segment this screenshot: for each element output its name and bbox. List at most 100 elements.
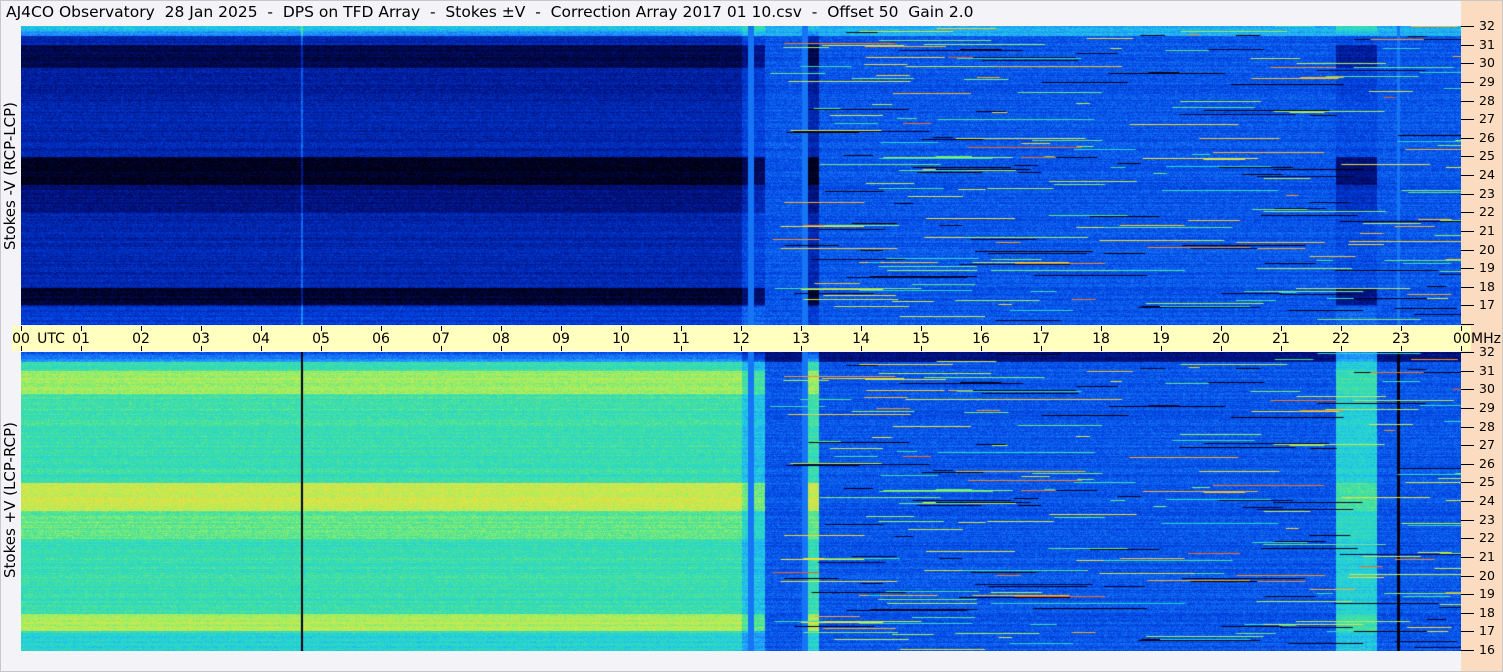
frequency-tick <box>1461 212 1474 214</box>
frequency-tick <box>1461 100 1474 102</box>
frequency-tick <box>1461 594 1474 596</box>
frequency-tick-label: 30 <box>1479 381 1495 397</box>
frequency-tick <box>1461 268 1474 270</box>
time-tick-label: 05 <box>312 331 330 347</box>
frequency-tick-label: 22 <box>1479 204 1495 220</box>
time-tick-label: 22 <box>1332 331 1350 347</box>
frequency-tick <box>1461 575 1474 577</box>
time-tick-label: 18 <box>1092 331 1110 347</box>
frequency-tick-label: 31 <box>1479 36 1495 52</box>
frequency-tick <box>1461 389 1474 391</box>
frequency-tick <box>1461 63 1474 65</box>
frequency-tick <box>1461 119 1474 121</box>
time-tick-label: 06 <box>372 331 390 347</box>
frequency-tick <box>1461 193 1474 195</box>
frequency-tick-label: 28 <box>1479 418 1495 434</box>
frequency-tick-label: 21 <box>1479 222 1495 238</box>
frequency-tick-label: 20 <box>1479 567 1495 583</box>
frequency-tick <box>1461 463 1474 465</box>
time-tick-label: 08 <box>492 331 510 347</box>
frequency-tick-label: 25 <box>1479 474 1495 490</box>
panel-label-stokes-minus-v: Stokes -V (RCP-LCP) <box>1 102 19 250</box>
frequency-tick-label: 32 <box>1479 18 1495 33</box>
time-tick-label: 21 <box>1272 331 1290 347</box>
frequency-tick-label: 25 <box>1479 148 1495 164</box>
time-tick-label: 19 <box>1152 331 1170 347</box>
chart-title: AJ4CO Observatory 28 Jan 2025 - DPS on T… <box>6 3 974 21</box>
frequency-tick <box>1461 407 1474 409</box>
time-tick-label: 17 <box>1032 331 1050 347</box>
time-tick-label: 20 <box>1212 331 1230 347</box>
frequency-tick <box>1461 249 1474 251</box>
time-tick-label: 10 <box>612 331 630 347</box>
frequency-unit-label: MHz <box>1471 331 1501 347</box>
frequency-tick <box>1461 370 1474 372</box>
frequency-tick <box>1461 156 1474 158</box>
frequency-tick <box>1461 519 1474 521</box>
time-tick-label: 16 <box>972 331 990 347</box>
spectrogram-canvas-top <box>21 26 1461 325</box>
panel-label-stokes-plus-v: Stokes +V (LCP-RCP) <box>1 422 19 578</box>
frequency-tick-label: 26 <box>1479 455 1495 471</box>
frequency-tick-label: 21 <box>1479 548 1495 564</box>
frequency-tick <box>1461 352 1474 353</box>
time-tick-label: 07 <box>432 331 450 347</box>
spectrogram-stokes-minus-v <box>21 26 1461 325</box>
frequency-tick-label: 23 <box>1479 185 1495 201</box>
frequency-tick <box>1461 81 1474 83</box>
time-unit-label: UTC <box>37 331 65 347</box>
frequency-tick-label: 20 <box>1479 241 1495 257</box>
frequency-tick <box>1461 631 1474 633</box>
frequency-tick <box>1461 324 1474 325</box>
time-tick-label: 14 <box>852 331 870 347</box>
frequency-tick-label: 19 <box>1479 260 1495 276</box>
frequency-tick-label: 19 <box>1479 586 1495 602</box>
frequency-tick <box>1461 612 1474 614</box>
frequency-tick <box>1461 230 1474 232</box>
frequency-tick-label: 24 <box>1479 493 1495 508</box>
frequency-tick <box>1461 286 1474 288</box>
frequency-tick <box>1461 501 1474 502</box>
frequency-tick <box>1461 538 1474 540</box>
frequency-tick <box>1461 26 1474 27</box>
time-tick-label: 09 <box>552 331 570 347</box>
time-tick-label: 13 <box>792 331 810 347</box>
spectrogram-canvas-bottom <box>21 352 1461 651</box>
time-tick-label: 03 <box>192 331 210 347</box>
frequency-tick-label: 24 <box>1479 167 1495 182</box>
time-tick-label: 01 <box>72 331 90 347</box>
time-tick-label: 00 <box>1453 331 1471 347</box>
frequency-tick <box>1461 482 1474 484</box>
time-tick-label: 11 <box>672 331 690 347</box>
frequency-tick-label: 28 <box>1479 92 1495 108</box>
frequency-tick <box>1461 305 1474 307</box>
frequency-tick <box>1461 175 1474 176</box>
frequency-tick-label: 27 <box>1479 111 1495 127</box>
frequency-tick <box>1461 426 1474 428</box>
frequency-tick <box>1461 445 1474 447</box>
frequency-tick-label: 30 <box>1479 55 1495 71</box>
frequency-tick-label: 29 <box>1479 73 1495 89</box>
time-tick-label: 23 <box>1392 331 1410 347</box>
frequency-tick-label: 31 <box>1479 362 1495 378</box>
frequency-tick <box>1461 650 1474 651</box>
frequency-tick <box>1461 137 1474 139</box>
frequency-tick-label: 29 <box>1479 399 1495 415</box>
time-tick-label: 04 <box>252 331 270 347</box>
spectrogram-stokes-plus-v <box>21 352 1461 651</box>
time-tick-label: 02 <box>132 331 150 347</box>
frequency-tick-label: 23 <box>1479 511 1495 527</box>
frequency-tick-label: 16 <box>1479 642 1495 657</box>
time-tick-label: 12 <box>732 331 750 347</box>
frequency-tick-label: 17 <box>1479 623 1495 639</box>
frequency-tick <box>1461 556 1474 558</box>
frequency-tick-label: 18 <box>1479 278 1495 294</box>
frequency-tick <box>1461 44 1474 46</box>
frequency-tick-label: 22 <box>1479 530 1495 546</box>
frequency-tick-label: 26 <box>1479 129 1495 145</box>
time-tick-label: 00 <box>12 331 30 347</box>
time-tick-label: 15 <box>912 331 930 347</box>
frequency-tick-label: 18 <box>1479 604 1495 620</box>
frequency-tick-label: 17 <box>1479 297 1495 313</box>
frequency-tick-label: 27 <box>1479 437 1495 453</box>
